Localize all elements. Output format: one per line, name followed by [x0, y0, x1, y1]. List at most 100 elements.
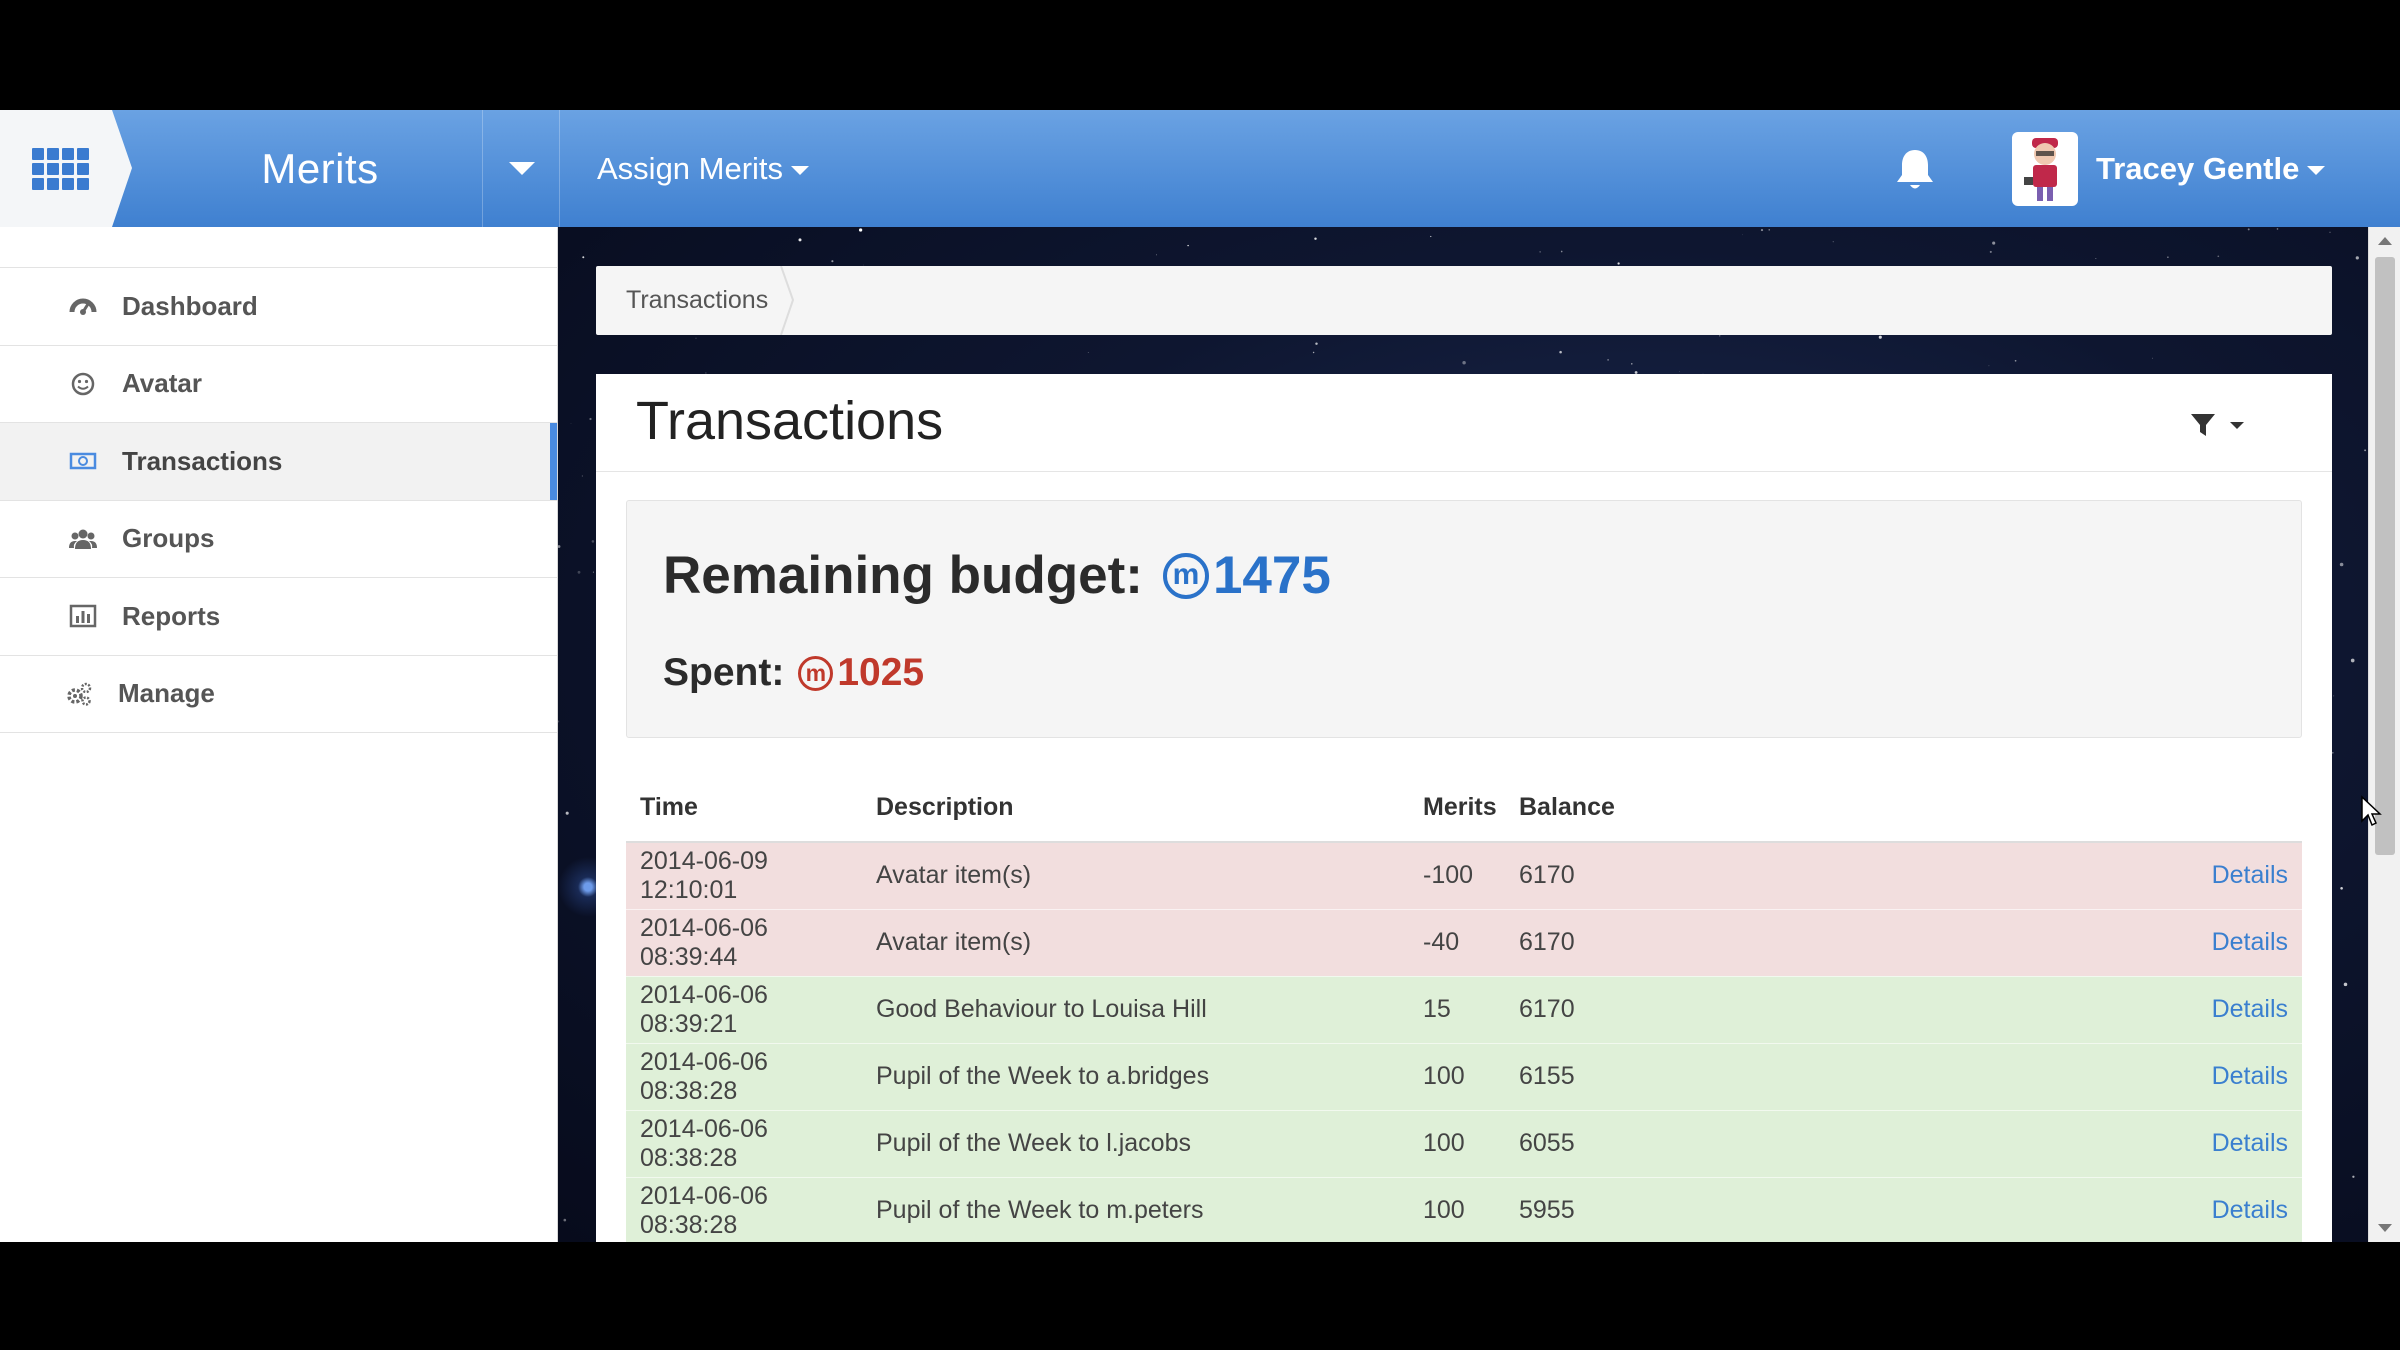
column-header-balance: Balance: [1505, 774, 1650, 843]
star-dot: [1187, 244, 1189, 247]
star-dot: [2329, 231, 2331, 233]
details-link[interactable]: Details: [2212, 1196, 2288, 1224]
star-dot: [592, 571, 594, 573]
cell-balance: 6170: [1505, 908, 1650, 976]
vertical-scrollbar[interactable]: [2368, 227, 2400, 1242]
cell-merits: 100: [1409, 1042, 1505, 1110]
details-link[interactable]: Details: [2212, 995, 2288, 1023]
sidebar: Dashboard Avatar Transactions Groups Rep…: [0, 227, 558, 1242]
cell-merits: -100: [1409, 841, 1505, 909]
star-dot: [1539, 251, 1541, 253]
scrollbar-thumb[interactable]: [2375, 257, 2395, 855]
table-row: 2014-06-06 08:38:28 Pupil of the Week to…: [626, 1109, 2302, 1177]
app-title: Merits: [261, 145, 379, 192]
merit-icon: m: [798, 655, 834, 691]
sidebar-item-reports[interactable]: Reports: [0, 578, 557, 656]
chevron-down-icon: [791, 166, 810, 176]
star-dot: [2151, 357, 2153, 359]
star-dot: [2350, 658, 2355, 663]
table-row: 2014-06-06 08:39:44 Avatar item(s) -40 6…: [626, 908, 2302, 976]
page-title: Transactions: [636, 391, 944, 451]
star-dot: [2340, 887, 2343, 890]
star-dot: [2364, 449, 2367, 452]
sidebar-item-manage[interactable]: Manage: [0, 656, 557, 733]
assign-merits-label: Assign Merits: [597, 151, 784, 186]
star-dot: [1559, 350, 1562, 354]
remaining-budget-label: Remaining budget:: [663, 546, 1143, 605]
sidebar-item-dashboard[interactable]: Dashboard: [0, 268, 557, 346]
star-dot: [589, 417, 592, 421]
table-row: 2014-06-06 08:38:28 Pupil of the Week to…: [626, 1042, 2302, 1110]
cell-description: Avatar item(s): [862, 908, 1409, 976]
breadcrumb-item-transactions[interactable]: Transactions: [626, 286, 768, 314]
star-dot: [2247, 228, 2250, 231]
app-switcher-dropdown[interactable]: [482, 110, 560, 227]
assign-merits-menu[interactable]: Assign Merits: [597, 110, 810, 227]
sidebar-item-label: Transactions: [122, 445, 283, 476]
star-dot: [1607, 359, 1609, 361]
star-dot: [577, 570, 581, 574]
cell-balance: 5955: [1505, 1176, 1650, 1242]
scroll-down-arrow-icon[interactable]: [2378, 1224, 2392, 1232]
cell-merits: 100: [1409, 1109, 1505, 1177]
column-header-merits: Merits: [1409, 774, 1505, 843]
star-dot: [563, 1218, 567, 1222]
grid-icon: [32, 148, 89, 192]
star-dot: [1617, 262, 1620, 265]
details-link[interactable]: Details: [2212, 1129, 2288, 1157]
star-dot: [558, 720, 560, 723]
details-link[interactable]: Details: [2212, 928, 2288, 956]
star-dot: [2014, 359, 2017, 362]
chevron-down-icon: [2230, 421, 2244, 429]
sidebar-item-label: Manage: [118, 678, 215, 709]
cell-time: 2014-06-06 08:39:44: [626, 908, 862, 976]
bell-icon[interactable]: [1893, 146, 1937, 192]
sidebar-item-groups[interactable]: Groups: [0, 501, 557, 578]
details-link[interactable]: Details: [2212, 861, 2288, 889]
filter-icon: [2191, 414, 2215, 436]
user-name: Tracey Gentle: [2096, 151, 2300, 186]
star-dot: [831, 260, 834, 263]
user-menu[interactable]: Tracey Gentle: [2096, 110, 2326, 227]
cell-balance: 6170: [1505, 841, 1650, 909]
breadcrumb-separator-icon: [780, 266, 795, 335]
cell-time: 2014-06-09 12:10:01: [626, 841, 862, 909]
star-dot: [1878, 335, 1882, 339]
cell-merits: -40: [1409, 908, 1505, 976]
column-header-actions: [1650, 774, 2302, 843]
main-content: Transactions Transactions Remaining budg…: [558, 227, 2368, 1242]
sidebar-item-avatar[interactable]: Avatar: [0, 346, 557, 423]
transactions-panel: Transactions Remaining budget: m 1475 Sp…: [596, 374, 2332, 1242]
details-link[interactable]: Details: [2212, 1062, 2288, 1090]
user-avatar[interactable]: [2012, 132, 2078, 206]
star-dot: [581, 475, 583, 477]
star-dot: [1768, 229, 1770, 231]
cell-description: Good Behaviour to Louisa Hill: [862, 975, 1409, 1043]
star-dot: [2352, 1175, 2355, 1178]
star-dot: [1760, 229, 1764, 232]
star-dot: [1988, 365, 1990, 367]
star-dot: [1087, 352, 1089, 353]
scroll-up-arrow-icon[interactable]: [2378, 237, 2392, 245]
cell-time: 2014-06-06 08:38:28: [626, 1109, 862, 1177]
star-dot: [2217, 255, 2220, 258]
table-row: 2014-06-06 08:39:21 Good Behaviour to Lo…: [626, 975, 2302, 1043]
gears-icon: [64, 679, 94, 709]
remaining-budget-value: 1475: [1212, 546, 1331, 605]
cell-description: Pupil of the Week to l.jacobs: [862, 1109, 1409, 1177]
sidebar-item-transactions[interactable]: Transactions: [0, 423, 557, 501]
merit-icon: m: [1162, 552, 1209, 599]
app-window: Merits Assign Merits Tracey Gentle Dashb…: [0, 110, 2400, 1242]
star-dot: [1832, 241, 1834, 243]
top-navbar: Merits Assign Merits Tracey Gentle: [0, 110, 2400, 227]
star-dot: [1462, 360, 1466, 365]
star-dot: [1989, 250, 1992, 253]
star-dot: [2343, 982, 2348, 987]
filter-dropdown-button[interactable]: [2190, 410, 2262, 440]
star-dot: [2276, 228, 2279, 230]
app-launcher-button[interactable]: [0, 110, 132, 227]
star-dot: [565, 811, 569, 815]
star-dot: [582, 256, 585, 259]
cell-balance: 6155: [1505, 1042, 1650, 1110]
star-dot: [570, 423, 572, 425]
